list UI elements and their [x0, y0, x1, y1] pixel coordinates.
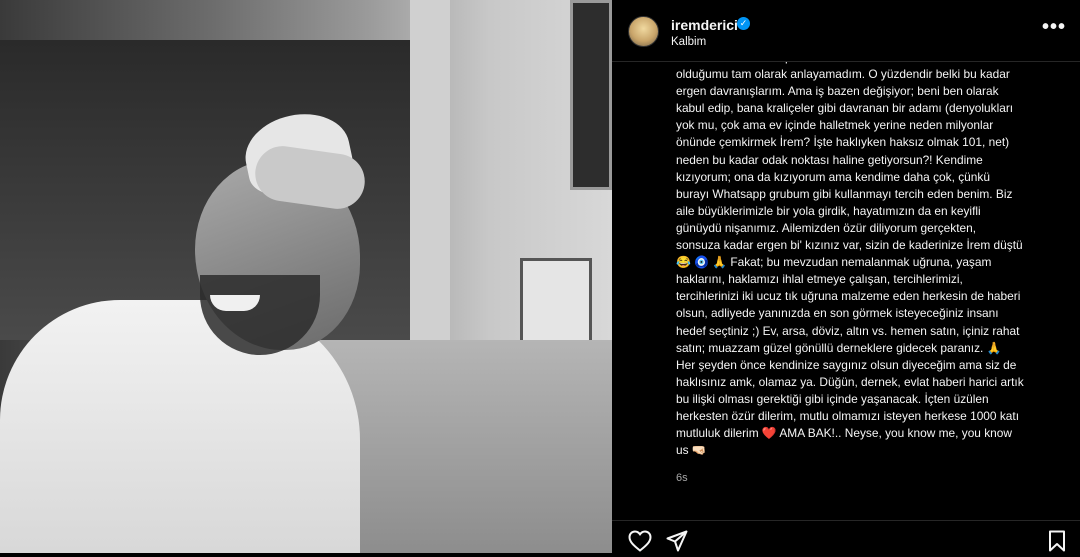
- caption-line: olduğumu tam olarak anlayamadım. O yüzde…: [676, 67, 1010, 82]
- caption-line: haklarını, haklamızı ihlal etmeye çalışa…: [676, 272, 963, 287]
- username-link[interactable]: iremderici: [671, 17, 738, 33]
- caption-line: mutluluk dilerim ❤️ AMA BAK!.. Neyse, yo…: [676, 426, 1012, 441]
- post-photo[interactable]: [0, 0, 612, 553]
- caption-line: yok mu, çok ama ev içinde halletmek yeri…: [676, 118, 994, 133]
- caption-line: hedef seçtiniz ;) Ev, arsa, döviz, altın…: [676, 323, 1020, 338]
- post-side-panel: iremderici ✓ Kalbim ••• mutluluklarımı d…: [612, 0, 1080, 553]
- instagram-post-view: iremderici ✓ Kalbim ••• mutluluklarımı d…: [0, 0, 1080, 553]
- caption-line: olsun, adliyede yanınızda en son görmek …: [676, 306, 999, 321]
- caption-line: us 🤜🏻: [676, 443, 707, 458]
- caption-line: 😂 🧿 🙏 Fakat; bu mevzudan nemalanmak uğru…: [676, 255, 992, 270]
- caption-line: herkesten özür dilerim, mutlu olmamızı i…: [676, 408, 1019, 423]
- caption-line: Her şeyden önce kendinize saygınız olsun…: [676, 357, 1017, 372]
- post-header: iremderici ✓ Kalbim •••: [612, 0, 1080, 62]
- caption-line: kızıyorum; ona da kızıyorum ama kendime …: [676, 169, 990, 184]
- location-link[interactable]: Kalbim: [671, 36, 706, 48]
- verified-badge-icon: ✓: [737, 17, 750, 30]
- action-bar: [612, 520, 1080, 553]
- caption-line: kabul edip, bana kraliçeler gibi davrana…: [676, 101, 1014, 116]
- caption-line: bu ilişki olması gerektiği gibi içinde y…: [676, 391, 989, 406]
- post-timestamp[interactable]: 6s: [676, 472, 688, 484]
- post-caption: mutluluklarımı da kalp kırıklıklarımı da…: [676, 62, 1060, 502]
- caption-text: mutluluklarımı da kalp kırıklıklarımı da…: [676, 62, 1060, 459]
- avatar[interactable]: [628, 16, 659, 47]
- more-options-icon[interactable]: •••: [1042, 16, 1066, 39]
- caption-line: önünde çemkirmek İrem? İşte haklıyken ha…: [676, 135, 1010, 150]
- caption-line: neden bu kadar odak noktası haline getiy…: [676, 152, 983, 167]
- caption-line: günüydü nişanımız. Ailemizden özür diliy…: [676, 220, 977, 235]
- caption-line: haklısınız amk, olamaz ya. Düğün, dernek…: [676, 374, 1024, 389]
- caption-line: satın; muazzam güzel gönüllü derneklere …: [676, 340, 1002, 355]
- caption-line: burayı Whatsapp grubum gibi kullanmayı t…: [676, 186, 1013, 201]
- caption-line: aile büyüklerimizle bir yola girdik, hay…: [676, 203, 981, 218]
- photo-wall-frame: [570, 0, 612, 190]
- caption-line: ergen davranışlarım. Ama iş bazen değişi…: [676, 84, 999, 99]
- caption-line: tercihlerinizi iki ucuz tık uğruna malze…: [676, 289, 1021, 304]
- caption-line: sonsuza kadar ergen bi' kızınız var, siz…: [676, 238, 1023, 253]
